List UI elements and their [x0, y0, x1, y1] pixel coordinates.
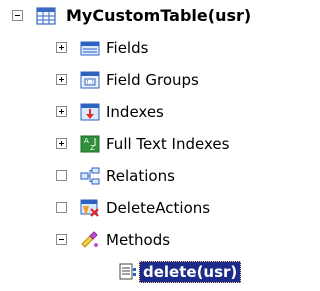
empty-expander[interactable] — [56, 202, 67, 213]
relations-icon — [80, 166, 100, 186]
full-text-indexes-icon: A Z — [80, 134, 100, 154]
tree-node-label: Relations — [106, 167, 175, 185]
svg-text:A: A — [84, 137, 89, 145]
collapse-expander[interactable] — [12, 10, 23, 21]
collapse-expander[interactable] — [56, 234, 67, 245]
tree-node-label: Field Groups — [106, 71, 199, 89]
expand-expander[interactable] — [56, 74, 67, 85]
tree-node-label: Fields — [106, 39, 149, 57]
tree-node-label: Methods — [106, 231, 171, 249]
expand-expander[interactable] — [56, 106, 67, 117]
tree-node-label: Full Text Indexes — [106, 135, 230, 153]
method-icon — [118, 262, 138, 282]
svg-text:[..]: [..] — [86, 80, 93, 86]
tree-node-label: Indexes — [106, 103, 164, 121]
methods-icon — [80, 230, 100, 250]
tree-node-label-selected: delete(usr) — [139, 261, 242, 283]
tree-node-label: MyCustomTable(usr) — [66, 6, 252, 25]
svg-text:Z: Z — [90, 144, 95, 152]
indexes-icon — [80, 102, 100, 122]
expand-expander[interactable] — [56, 42, 67, 53]
expand-expander[interactable] — [56, 138, 67, 149]
fields-icon — [80, 38, 100, 58]
empty-expander[interactable] — [56, 170, 67, 181]
table-icon — [36, 6, 56, 26]
tree-node-label: DeleteActions — [106, 199, 211, 217]
delete-actions-icon — [80, 198, 100, 218]
field-groups-icon: [..] — [80, 70, 100, 90]
